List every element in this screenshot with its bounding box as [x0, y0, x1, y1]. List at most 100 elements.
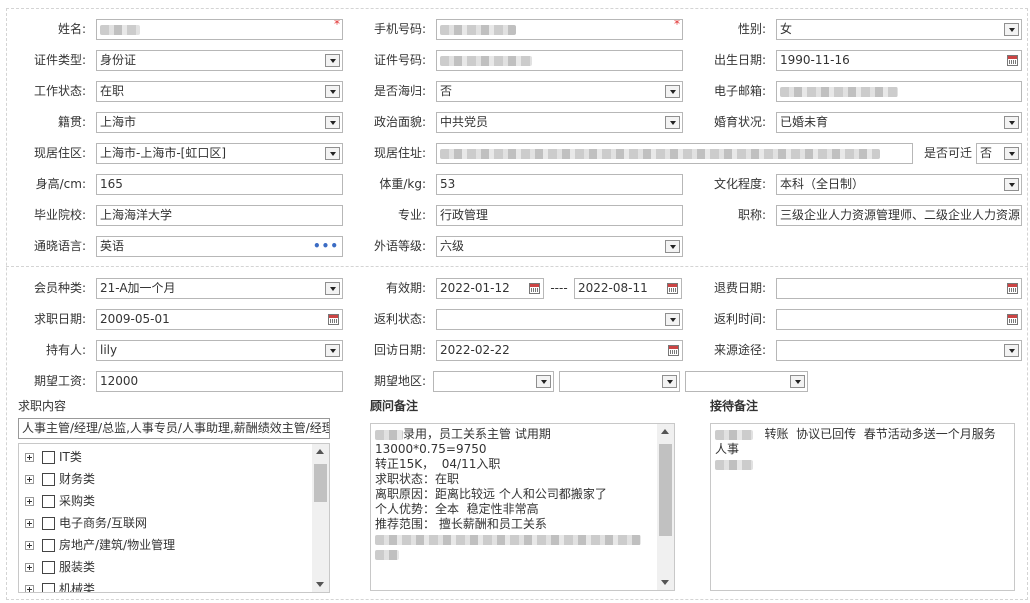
current-area-select[interactable]: 上海市-上海市-[虹口区]	[96, 143, 343, 164]
expand-icon[interactable]	[25, 541, 34, 550]
calendar-icon[interactable]	[1007, 314, 1018, 325]
language-field[interactable]: 英语 •••	[96, 236, 343, 257]
valid-start-field[interactable]: 2022-01-12	[436, 278, 544, 299]
refund-date-field[interactable]	[776, 278, 1022, 299]
education-select[interactable]: 本科（全日制）	[776, 174, 1022, 195]
scroll-down-icon[interactable]	[661, 580, 669, 585]
chevron-down-icon[interactable]	[662, 375, 677, 388]
returnee-select[interactable]: 否	[436, 81, 683, 102]
tree-scrollbar[interactable]	[312, 444, 329, 592]
calendar-icon[interactable]	[529, 283, 540, 294]
political-status-select[interactable]: 中共党员	[436, 112, 683, 133]
marital-status-select[interactable]: 已婚未育	[776, 112, 1022, 133]
expand-icon[interactable]	[25, 453, 34, 462]
calendar-icon[interactable]	[1007, 283, 1018, 294]
tree-item-finance[interactable]: 财务类	[25, 470, 95, 488]
expand-icon[interactable]	[25, 519, 34, 528]
chevron-down-icon[interactable]	[790, 375, 805, 388]
expand-icon[interactable]	[25, 497, 34, 506]
chevron-down-icon[interactable]	[1004, 344, 1019, 357]
expected-salary-field[interactable]: 12000	[96, 371, 343, 392]
tree-item-purchasing[interactable]: 采购类	[25, 492, 95, 510]
checkbox[interactable]	[42, 495, 55, 508]
native-place-select[interactable]: 上海市	[96, 112, 343, 133]
expand-icon[interactable]	[25, 585, 34, 592]
scroll-up-icon[interactable]	[661, 429, 669, 434]
chevron-down-icon[interactable]	[536, 375, 551, 388]
major-label: 专业:	[397, 208, 426, 222]
checkbox[interactable]	[42, 517, 55, 530]
calendar-icon[interactable]	[328, 314, 339, 325]
checkbox[interactable]	[42, 451, 55, 464]
id-number-field[interactable]	[436, 50, 683, 71]
tree-item-realestate[interactable]: 房地产/建筑/物业管理	[25, 536, 175, 554]
name-field[interactable]: *	[96, 19, 343, 40]
id-type-select[interactable]: 身份证	[96, 50, 343, 71]
tree-item-apparel[interactable]: 服装类	[25, 558, 95, 576]
redacted-phone	[440, 24, 516, 35]
region-district-select[interactable]	[685, 371, 808, 392]
more-options-icon[interactable]: •••	[313, 237, 339, 256]
chevron-down-icon[interactable]	[665, 313, 680, 326]
checkbox[interactable]	[42, 473, 55, 486]
birth-date-field[interactable]: 1990-11-16	[776, 50, 1022, 71]
checkbox[interactable]	[42, 539, 55, 552]
phone-field[interactable]: *	[436, 19, 683, 40]
scroll-thumb[interactable]	[659, 444, 672, 536]
work-status-select[interactable]: 在职	[96, 81, 343, 102]
chevron-down-icon[interactable]	[325, 116, 340, 129]
weight-field[interactable]: 53	[436, 174, 683, 195]
work-status-label: 工作状态:	[33, 84, 86, 98]
visit-date-field[interactable]: 2022-02-22	[436, 340, 683, 361]
tree-item-ecommerce[interactable]: 电子商务/互联网	[25, 514, 147, 532]
title-field[interactable]: 三级企业人力资源管理师、二级企业人力资源	[776, 205, 1022, 226]
chevron-down-icon[interactable]	[325, 85, 340, 98]
calendar-icon[interactable]	[668, 345, 679, 356]
chevron-down-icon[interactable]	[325, 147, 340, 160]
region-city-select[interactable]	[559, 371, 680, 392]
holder-select[interactable]: lily	[96, 340, 343, 361]
chevron-down-icon[interactable]	[1004, 147, 1019, 160]
notes-scrollbar[interactable]	[657, 424, 674, 590]
chevron-down-icon[interactable]	[665, 85, 680, 98]
relocatable-select[interactable]: 否	[976, 143, 1022, 164]
job-content-summary[interactable]: 人事主管/经理/总监,人事专员/人事助理,薪酬绩效主管/经理	[18, 418, 330, 439]
job-seek-date-field[interactable]: 2009-05-01	[96, 309, 343, 330]
checkbox[interactable]	[42, 583, 55, 592]
email-field[interactable]	[776, 81, 1022, 102]
rebate-time-field[interactable]	[776, 309, 1022, 330]
source-select[interactable]	[776, 340, 1022, 361]
tree-item-machinery[interactable]: 机械类	[25, 580, 95, 592]
chevron-down-icon[interactable]	[665, 116, 680, 129]
height-field[interactable]: 165	[96, 174, 343, 195]
scroll-thumb[interactable]	[314, 464, 327, 502]
reception-notes-textarea[interactable]: 转账 协议已回传 春节活动多送一个月服务 人事	[710, 423, 1015, 591]
advisor-notes-textarea[interactable]: 录用，员工关系主管 试用期13000*0.75=9750 转正15K， 04/1…	[370, 423, 675, 591]
region-province-select[interactable]	[433, 371, 554, 392]
chevron-down-icon[interactable]	[1004, 23, 1019, 36]
gender-select[interactable]: 女	[776, 19, 1022, 40]
job-category-tree[interactable]: IT类 财务类 采购类 电子商务/互联网 房地产/建筑/物业管理 服装类 机械类	[18, 443, 330, 593]
major-field[interactable]: 行政管理	[436, 205, 683, 226]
expand-icon[interactable]	[25, 563, 34, 572]
chevron-down-icon[interactable]	[325, 282, 340, 295]
chevron-down-icon[interactable]	[665, 240, 680, 253]
tree-item-it[interactable]: IT类	[25, 448, 82, 466]
scroll-up-icon[interactable]	[316, 449, 324, 454]
chevron-down-icon[interactable]	[325, 54, 340, 67]
member-type-select[interactable]: 21-A加一个月	[96, 278, 343, 299]
chevron-down-icon[interactable]	[325, 344, 340, 357]
calendar-icon[interactable]	[1007, 55, 1018, 66]
checkbox[interactable]	[42, 561, 55, 574]
valid-end-field[interactable]: 2022-08-11	[574, 278, 682, 299]
current-area-label: 现居住区:	[33, 146, 86, 160]
school-field[interactable]: 上海海洋大学	[96, 205, 343, 226]
current-address-field[interactable]	[436, 143, 913, 164]
rebate-status-select[interactable]	[436, 309, 683, 330]
scroll-down-icon[interactable]	[316, 582, 324, 587]
language-level-select[interactable]: 六级	[436, 236, 683, 257]
calendar-icon[interactable]	[667, 283, 678, 294]
expand-icon[interactable]	[25, 475, 34, 484]
chevron-down-icon[interactable]	[1004, 116, 1019, 129]
chevron-down-icon[interactable]	[1004, 178, 1019, 191]
